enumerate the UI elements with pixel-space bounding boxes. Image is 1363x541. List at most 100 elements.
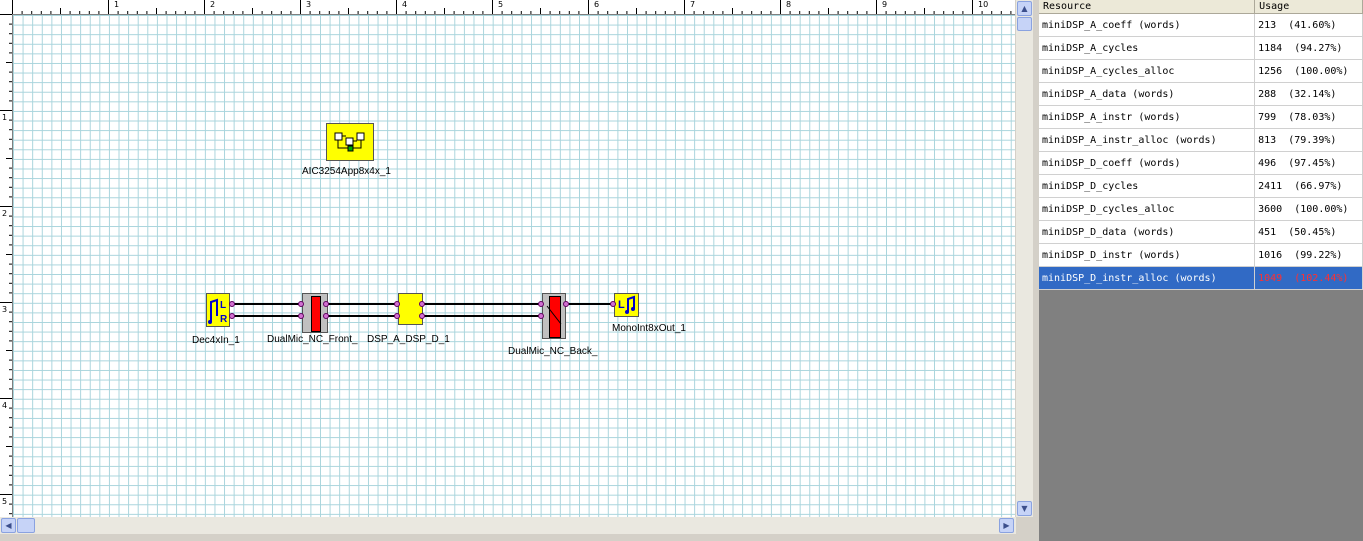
block-label: Dec4xIn_1 bbox=[192, 335, 240, 346]
ruler-number: 10 bbox=[978, 0, 989, 9]
horizontal-scroll-thumb[interactable] bbox=[17, 518, 35, 533]
status-strip bbox=[0, 534, 1033, 541]
resource-cell: miniDSP_A_instr (words) bbox=[1039, 105, 1256, 129]
svg-text:R: R bbox=[220, 314, 228, 325]
app-block[interactable] bbox=[326, 123, 374, 161]
usage-cell: 1049 (102.44%) bbox=[1254, 266, 1363, 290]
usage-cell: 451 (50.45%) bbox=[1254, 220, 1363, 244]
audio-input-icon: L R bbox=[208, 298, 228, 325]
table-row[interactable]: miniDSP_A_instr_alloc (words) 813 (79.39%… bbox=[1039, 128, 1363, 152]
usage-cell: 799 (78.03%) bbox=[1254, 105, 1363, 129]
ruler-number: 5 bbox=[498, 0, 504, 9]
arrow-up-icon[interactable]: ▲ bbox=[1017, 1, 1032, 16]
block-label: DualMic_NC_Back_ bbox=[508, 346, 598, 357]
wire[interactable] bbox=[424, 315, 541, 317]
horizontal-ruler-ticks bbox=[12, 0, 1012, 14]
input-port[interactable] bbox=[538, 313, 544, 319]
svg-text:L: L bbox=[618, 299, 625, 311]
back-mic-block[interactable] bbox=[542, 293, 566, 339]
output-port[interactable] bbox=[229, 313, 235, 319]
arrow-down-icon[interactable]: ▼ bbox=[1017, 501, 1032, 516]
usage-cell: 2411 (66.97%) bbox=[1254, 174, 1363, 198]
input-port[interactable] bbox=[298, 313, 304, 319]
ruler-number: 9 bbox=[882, 0, 888, 9]
usage-cell: 3600 (100.00%) bbox=[1254, 197, 1363, 221]
wire[interactable] bbox=[424, 303, 541, 305]
input-port[interactable] bbox=[394, 313, 400, 319]
block-label: DualMic_NC_Front_ bbox=[267, 334, 358, 345]
table-row[interactable]: miniDSP_A_cycles_alloc 1256 (100.00%) bbox=[1039, 59, 1363, 83]
table-row[interactable]: miniDSP_D_coeff (words) 496 (97.45%) bbox=[1039, 151, 1363, 175]
table-row[interactable]: miniDSP_A_data (words) 288 (32.14%) bbox=[1039, 82, 1363, 106]
output-block[interactable]: L bbox=[614, 293, 639, 317]
design-canvas-pane: 1 2 3 4 5 6 7 8 9 10 1 2 3 4 5 AIC3254Ap… bbox=[0, 0, 1033, 541]
usage-cell: 1184 (94.27%) bbox=[1254, 36, 1363, 60]
svg-text:L: L bbox=[220, 300, 226, 311]
ruler-number: 3 bbox=[306, 0, 312, 9]
resource-cell: miniDSP_A_instr_alloc (words) bbox=[1039, 128, 1256, 152]
table-row[interactable]: miniDSP_A_cycles 1184 (94.27%) bbox=[1039, 36, 1363, 60]
resource-cell: miniDSP_D_cycles bbox=[1039, 174, 1256, 198]
table-row-selected[interactable]: miniDSP_D_instr_alloc (words) 1049 (102.4… bbox=[1039, 266, 1363, 290]
diagram-grid[interactable]: AIC3254App8x4x_1 L R Dec4xIn_1 DualMic_N… bbox=[13, 15, 1015, 517]
wire[interactable] bbox=[326, 315, 399, 317]
table-row[interactable]: miniDSP_D_cycles_alloc 3600 (100.00%) bbox=[1039, 197, 1363, 221]
block-fill bbox=[311, 296, 321, 332]
ruler-number: 5 bbox=[2, 497, 8, 506]
resource-table: Resource Usage miniDSP_A_coeff (words) 21… bbox=[1039, 0, 1363, 290]
block-label: MonoInt8xOut_1 bbox=[612, 323, 686, 334]
ruler-number: 2 bbox=[2, 209, 8, 218]
block-connector-lines bbox=[546, 305, 562, 325]
table-row[interactable]: miniDSP_A_coeff (words) 213 (41.60%) bbox=[1039, 13, 1363, 37]
usage-cell: 213 (41.60%) bbox=[1254, 13, 1363, 37]
vertical-scrollbar[interactable]: ▲ ▼ bbox=[1016, 0, 1033, 517]
output-port[interactable] bbox=[419, 313, 425, 319]
ruler-number: 3 bbox=[2, 305, 8, 314]
output-port[interactable] bbox=[229, 301, 235, 307]
usage-cell: 1256 (100.00%) bbox=[1254, 59, 1363, 83]
output-port[interactable] bbox=[563, 301, 569, 307]
column-header-resource[interactable]: Resource bbox=[1039, 0, 1256, 14]
table-row[interactable]: miniDSP_A_instr (words) 799 (78.03%) bbox=[1039, 105, 1363, 129]
input-port[interactable] bbox=[538, 301, 544, 307]
ruler-number: 4 bbox=[402, 0, 408, 9]
ruler-number: 7 bbox=[690, 0, 696, 9]
input-port[interactable] bbox=[298, 301, 304, 307]
wire[interactable] bbox=[326, 303, 399, 305]
wire[interactable] bbox=[569, 303, 615, 305]
resource-cell: miniDSP_D_instr_alloc (words) bbox=[1039, 266, 1256, 290]
audio-output-icon: L bbox=[618, 295, 635, 314]
arrow-left-icon[interactable]: ◀ bbox=[1, 518, 16, 533]
usage-cell: 288 (32.14%) bbox=[1254, 82, 1363, 106]
resource-cell: miniDSP_D_instr (words) bbox=[1039, 243, 1256, 267]
input-block[interactable]: L R bbox=[206, 293, 230, 327]
resource-cell: miniDSP_D_cycles_alloc bbox=[1039, 197, 1256, 221]
app-block-label: AIC3254App8x4x_1 bbox=[302, 166, 391, 177]
table-row[interactable]: miniDSP_D_cycles 2411 (66.97%) bbox=[1039, 174, 1363, 198]
output-port[interactable] bbox=[323, 313, 329, 319]
table-row[interactable]: miniDSP_D_instr (words) 1016 (99.22%) bbox=[1039, 243, 1363, 267]
block-label: DSP_A_DSP_D_1 bbox=[367, 334, 450, 345]
ruler-number: 6 bbox=[594, 0, 600, 9]
column-header-usage[interactable]: Usage bbox=[1254, 0, 1363, 14]
usage-cell: 1016 (99.22%) bbox=[1254, 243, 1363, 267]
ruler-number: 4 bbox=[2, 401, 8, 410]
ruler-number: 2 bbox=[210, 0, 216, 9]
resource-cell: miniDSP_D_data (words) bbox=[1039, 220, 1256, 244]
vertical-ruler-ticks bbox=[0, 14, 12, 515]
table-row[interactable]: miniDSP_D_data (words) 451 (50.45%) bbox=[1039, 220, 1363, 244]
input-port[interactable] bbox=[394, 301, 400, 307]
output-port[interactable] bbox=[419, 301, 425, 307]
arrow-right-icon[interactable]: ▶ bbox=[999, 518, 1014, 533]
dsp-block[interactable] bbox=[398, 293, 423, 325]
input-port[interactable] bbox=[610, 301, 616, 307]
usage-cell: 813 (79.39%) bbox=[1254, 128, 1363, 152]
resource-usage-panel: Resource Usage miniDSP_A_coeff (words) 21… bbox=[1039, 0, 1363, 541]
ruler-number: 1 bbox=[114, 0, 120, 9]
vertical-scroll-thumb[interactable] bbox=[1017, 17, 1032, 31]
resource-cell: miniDSP_A_cycles_alloc bbox=[1039, 59, 1256, 83]
output-port[interactable] bbox=[323, 301, 329, 307]
horizontal-ruler: 1 2 3 4 5 6 7 8 9 10 bbox=[12, 0, 1015, 15]
vertical-ruler: 1 2 3 4 5 bbox=[0, 14, 13, 517]
horizontal-scrollbar[interactable]: ◀ ▶ bbox=[0, 517, 1016, 534]
